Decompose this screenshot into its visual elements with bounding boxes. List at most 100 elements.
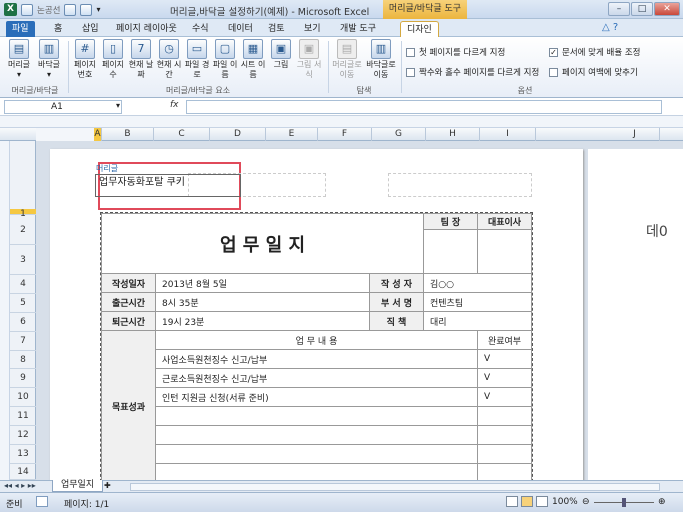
file-name-button[interactable]: ▢ 파일 이름: [210, 39, 240, 80]
approval-ceo-label[interactable]: 대표이사: [477, 213, 532, 230]
tab-view[interactable]: 보기: [298, 21, 327, 37]
add-sheet-icon[interactable]: ✚: [104, 481, 111, 490]
qat-label[interactable]: 논공선: [37, 4, 60, 16]
done-cell[interactable]: [477, 425, 532, 445]
column-header-a[interactable]: A: [94, 128, 102, 141]
column-header-h[interactable]: H: [426, 128, 480, 141]
field-label[interactable]: 출근시간: [101, 292, 156, 312]
function-icon[interactable]: fx: [170, 100, 179, 110]
field-label[interactable]: 작 성 자: [369, 273, 424, 293]
different-first-page-checkbox[interactable]: 첫 페이지를 다르게 지정: [406, 46, 505, 58]
excel-logo-icon[interactable]: X: [4, 3, 17, 16]
task-cell[interactable]: [155, 444, 478, 464]
row-header-12[interactable]: 12: [10, 426, 36, 445]
approval-team-lead-sign[interactable]: [423, 229, 478, 274]
section-label[interactable]: 목표성과: [101, 330, 156, 480]
field-value[interactable]: 2013년 8월 5일: [155, 273, 370, 293]
tab-review[interactable]: 검토: [262, 21, 291, 37]
goto-footer-button[interactable]: ▥ 바닥글로 이동: [364, 39, 398, 80]
column-header-f[interactable]: F: [318, 128, 372, 141]
zoom-level[interactable]: 100%: [552, 497, 578, 507]
done-cell[interactable]: [477, 406, 532, 426]
sheet-nav-icon[interactable]: ◂◂ ◂ ▸ ▸▸: [4, 481, 36, 490]
page-break-view-icon[interactable]: [536, 496, 548, 507]
tab-home[interactable]: 홈: [48, 21, 68, 37]
done-header[interactable]: 완료여부: [477, 330, 532, 350]
tab-file[interactable]: 파일: [6, 21, 35, 37]
approval-ceo-sign[interactable]: [477, 229, 532, 274]
header-right-section[interactable]: [388, 173, 532, 197]
task-cell[interactable]: 인턴 지원금 신청(서류 준비): [155, 387, 478, 407]
field-label[interactable]: 퇴근시간: [101, 311, 156, 331]
column-header-j[interactable]: J: [610, 128, 660, 141]
field-value[interactable]: 대리: [423, 311, 532, 331]
approval-team-lead-label[interactable]: 팀 장: [423, 213, 478, 230]
row-header-7[interactable]: 7: [10, 332, 36, 351]
horizontal-scrollbar[interactable]: [130, 483, 660, 491]
page-count-button[interactable]: ▯ 페이지 수: [98, 39, 128, 80]
row-header-3[interactable]: 3: [10, 245, 36, 275]
field-label[interactable]: 직 책: [369, 311, 424, 331]
different-odd-even-checkbox[interactable]: 짝수와 홀수 페이지를 다르게 지정: [406, 66, 539, 78]
save-icon[interactable]: [21, 3, 33, 16]
print-icon[interactable]: [64, 3, 77, 16]
header-left-input[interactable]: 업무자동화포탈 쿠키: [95, 174, 241, 197]
tab-design[interactable]: 디자인: [400, 21, 439, 37]
scale-with-document-checkbox[interactable]: ✓ 문서에 맞게 배율 조정: [549, 46, 641, 58]
zoom-out-icon[interactable]: ⊖: [582, 497, 590, 507]
ribbon-toggle-icon[interactable]: △ ?: [602, 22, 618, 33]
zoom-in-icon[interactable]: ⊕: [658, 497, 666, 507]
row-header-2[interactable]: 2: [10, 215, 36, 245]
page-number-button[interactable]: # 페이지 번호: [70, 39, 100, 80]
sheet-tab-worklog[interactable]: 업무일지: [52, 480, 104, 492]
row-header-6[interactable]: 6: [10, 313, 36, 332]
field-label[interactable]: 작성일자: [101, 273, 156, 293]
column-header-d[interactable]: D: [210, 128, 266, 141]
done-cell[interactable]: V: [477, 349, 532, 369]
field-value[interactable]: 19시 23분: [155, 311, 370, 331]
formula-input[interactable]: [186, 100, 662, 114]
tab-formulas[interactable]: 수식: [186, 21, 215, 37]
header-button[interactable]: ▤ 머리글 ▾: [4, 39, 34, 80]
done-cell[interactable]: [477, 463, 532, 480]
normal-view-icon[interactable]: [506, 496, 518, 507]
picture-button[interactable]: ▣ 그림: [266, 39, 296, 70]
name-box-dropdown-icon[interactable]: ▾: [116, 101, 120, 110]
field-value[interactable]: 김○○: [423, 273, 532, 293]
column-header-i[interactable]: I: [480, 128, 536, 141]
file-path-button[interactable]: ▭ 파일 경로: [182, 39, 212, 80]
task-cell[interactable]: 사업소득원천징수 신고/납부: [155, 349, 478, 369]
footer-button[interactable]: ▥ 바닥글 ▾: [34, 39, 64, 80]
row-header-10[interactable]: 10: [10, 388, 36, 407]
row-header-14[interactable]: 14: [10, 464, 36, 480]
row-header-4[interactable]: 4: [10, 275, 36, 294]
field-label[interactable]: 부 서 명: [369, 292, 424, 312]
current-time-button[interactable]: ◷ 현재 시간: [154, 39, 184, 80]
column-header-e[interactable]: E: [266, 128, 318, 141]
tab-insert[interactable]: 삽입: [76, 21, 105, 37]
macro-record-icon[interactable]: [36, 496, 48, 507]
task-cell[interactable]: [155, 425, 478, 445]
done-cell[interactable]: [477, 444, 532, 464]
tab-developer[interactable]: 개발 도구: [334, 21, 382, 37]
preview-icon[interactable]: [80, 3, 93, 16]
sheet-name-button[interactable]: ▦ 시트 이름: [238, 39, 268, 80]
task-cell[interactable]: [155, 406, 478, 426]
row-header-5[interactable]: 5: [10, 294, 36, 313]
maximize-button[interactable]: □: [631, 2, 653, 16]
done-cell[interactable]: V: [477, 368, 532, 388]
current-date-button[interactable]: 7 현재 날짜: [126, 39, 156, 80]
goto-header-button[interactable]: ▤ 머리글로 이동: [330, 39, 364, 80]
qat-dropdown-icon[interactable]: ▾: [96, 5, 100, 14]
row-header-8[interactable]: 8: [10, 351, 36, 369]
row-header-13[interactable]: 13: [10, 445, 36, 464]
column-header-c[interactable]: C: [154, 128, 210, 141]
align-with-margins-checkbox[interactable]: 페이지 여백에 맞추기: [549, 66, 638, 78]
minimize-button[interactable]: –: [608, 2, 630, 16]
row-header-11[interactable]: 11: [10, 407, 36, 426]
task-cell[interactable]: 근로소득원천징수 신고/납부: [155, 368, 478, 388]
name-box[interactable]: A1: [4, 100, 122, 114]
field-value[interactable]: 컨텐츠팀: [423, 292, 532, 312]
column-header-b[interactable]: B: [102, 128, 154, 141]
zoom-slider-thumb[interactable]: [622, 498, 626, 507]
